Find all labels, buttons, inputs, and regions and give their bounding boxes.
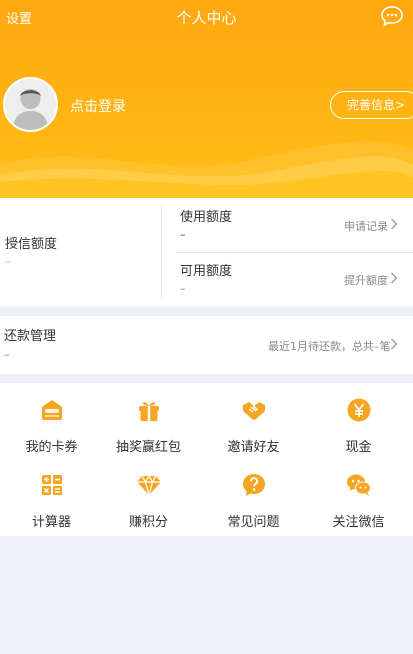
calculator-icon: [42, 475, 62, 495]
grid-item-label: 我的卡券: [25, 440, 78, 455]
grid-item-label: 赚积分: [128, 515, 168, 530]
credit-limit-value: –: [5, 255, 11, 268]
diamond-icon: [137, 475, 161, 496]
repayment-row[interactable]: 还款管理 – 最近1月待还款，总共–笔: [0, 316, 413, 374]
credit-panel: 授信额度 – 使用额度 – 申请记录 可用额度 – 提升额度: [0, 198, 413, 306]
repayment-label: 还款管理: [4, 329, 57, 344]
used-limit-label: 使用额度: [180, 210, 233, 225]
gift-icon: [139, 402, 159, 421]
wechat-icon: [347, 474, 371, 496]
grid-item-invite[interactable]: 邀请好友: [202, 391, 305, 461]
yuan-icon: [347, 398, 371, 422]
chevron-right-icon[interactable]: [390, 338, 398, 350]
grid-item-label: 计算器: [31, 515, 71, 530]
question-icon: [243, 474, 265, 496]
avatar[interactable]: [3, 77, 58, 132]
apply-record-link[interactable]: 申请记录: [344, 218, 388, 234]
repayment-summary: 最近1月待还款，总共–笔: [268, 340, 391, 353]
available-limit-value: –: [180, 282, 186, 295]
grid-item-lottery[interactable]: 抽奖赢红包: [97, 391, 200, 461]
raise-limit-link[interactable]: 提升额度: [344, 272, 388, 288]
grid-item-points[interactable]: 赚积分: [97, 466, 200, 536]
grid-item-label: 关注微信: [332, 515, 385, 530]
chevron-right-icon[interactable]: [390, 218, 398, 230]
default-avatar-icon: [5, 79, 56, 130]
grid-item-label: 邀请好友: [227, 440, 280, 455]
grid-item-label: 常见问题: [227, 515, 280, 530]
chevron-right-icon[interactable]: [390, 272, 398, 284]
feature-grid: 我的卡券 抽奖赢红包 邀请好友 现金 计算器 赚积分 常见问题 关注微信: [0, 383, 413, 536]
repayment-value: –: [4, 348, 10, 361]
vertical-divider: [161, 206, 162, 298]
grid-item-calculator[interactable]: 计算器: [0, 466, 103, 536]
grid-item-faq[interactable]: 常见问题: [202, 466, 305, 536]
available-limit-label: 可用额度: [180, 264, 233, 279]
wave-decoration: [0, 141, 413, 198]
wallet-icon: [42, 400, 62, 420]
message-icon[interactable]: [380, 5, 404, 27]
grid-item-label: 抽奖赢红包: [115, 440, 181, 455]
credit-limit-label: 授信额度: [5, 237, 58, 252]
used-limit-value: –: [180, 228, 186, 241]
complete-info-button[interactable]: 完善信息>: [330, 91, 413, 119]
login-link[interactable]: 点击登录: [70, 96, 126, 116]
profile-header: 设置 个人中心 点击登录 完善信息>: [0, 0, 413, 198]
grid-item-wechat[interactable]: 关注微信: [307, 466, 410, 536]
handshake-icon: [243, 402, 265, 420]
grid-item-label: 现金: [345, 440, 372, 455]
horizontal-divider: [176, 252, 413, 253]
grid-item-cash[interactable]: 现金: [307, 391, 410, 461]
page-title: 个人中心: [176, 9, 237, 27]
grid-item-coupons[interactable]: 我的卡券: [0, 391, 103, 461]
